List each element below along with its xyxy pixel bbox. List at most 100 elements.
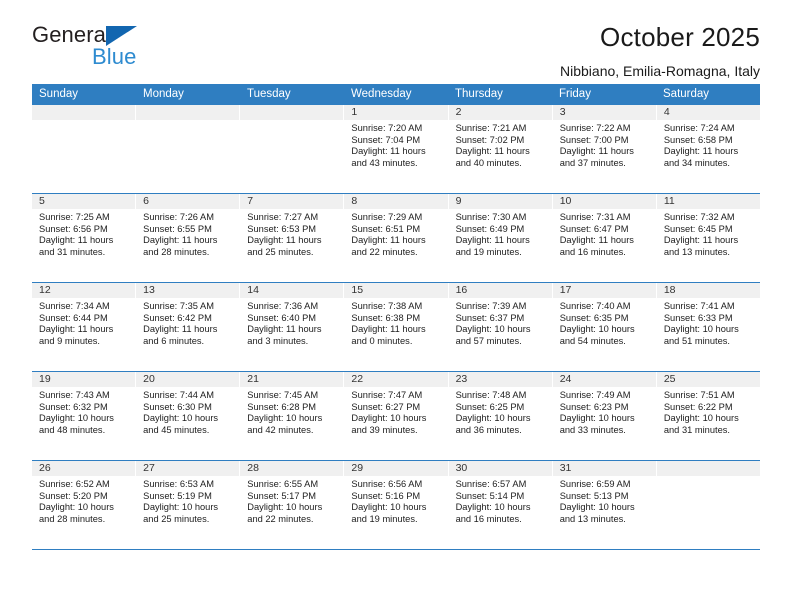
sunset-text: Sunset: 6:44 PM	[39, 312, 108, 323]
day-details: Sunrise: 7:34 AM Sunset: 6:44 PM Daylight:…	[32, 298, 135, 348]
day-cell-27[interactable]: 27 Sunrise: 6:53 AM Sunset: 5:19 PM Dayligh…	[135, 461, 240, 549]
sunrise-text: Sunrise: 7:36 AM	[247, 301, 319, 311]
daylight-text-line2: and 42 minutes.	[247, 425, 314, 436]
logo-triangle-icon	[106, 26, 137, 46]
day-cell-16[interactable]: 16 Sunrise: 7:39 AM Sunset: 6:37 PM Dayligh…	[447, 283, 552, 371]
sunset-text: Sunset: 6:58 PM	[663, 134, 733, 145]
weekday-header-thursday: Thursday	[455, 88, 503, 100]
sunrise-text: Sunrise: 7:51 AM	[663, 390, 735, 400]
sunset-text: Sunset: 5:16 PM	[351, 490, 421, 501]
day-cell-10[interactable]: 10 Sunrise: 7:31 AM Sunset: 6:47 PM Dayligh…	[551, 194, 656, 282]
generalblue-logo[interactable]: General Blue	[32, 24, 272, 76]
sunrise-text: Sunrise: 7:49 AM	[559, 390, 631, 400]
day-cell-17[interactable]: 17 Sunrise: 7:40 AM Sunset: 6:35 PM Dayligh…	[551, 283, 656, 371]
day-cell-9[interactable]: 9 Sunrise: 7:30 AM Sunset: 6:49 PM Daylight…	[447, 194, 552, 282]
calendar-week-row: 26 Sunrise: 6:52 AM Sunset: 5:20 PM Dayligh…	[32, 461, 760, 550]
day-cell-4[interactable]: 4 Sunrise: 7:24 AM Sunset: 6:58 PM Daylight…	[655, 105, 760, 193]
sunset-text: Sunset: 6:30 PM	[143, 401, 212, 412]
daylight-text-line1: Daylight: 11 hours	[663, 235, 739, 246]
day-details: Sunrise: 7:36 AM Sunset: 6:40 PM Daylight:…	[240, 298, 343, 348]
day-details: Sunrise: 7:22 AM Sunset: 7:00 PM Daylight:…	[553, 120, 656, 170]
sunrise-text: Sunrise: 6:56 AM	[351, 479, 423, 489]
day-number: 12	[32, 283, 136, 298]
day-cell-7[interactable]: 7 Sunrise: 7:27 AM Sunset: 6:53 PM Daylight…	[239, 194, 344, 282]
sunset-text: Sunset: 6:53 PM	[247, 223, 317, 234]
day-cell-2[interactable]: 2 Sunrise: 7:21 AM Sunset: 7:02 PM Daylight…	[447, 105, 552, 193]
weekday-header-row: Sunday Monday Tuesday Wednesday Thursday Frid…	[32, 84, 760, 105]
day-details: Sunrise: 7:38 AM Sunset: 6:38 PM Daylight:…	[344, 298, 447, 348]
sunrise-text: Sunrise: 6:55 AM	[247, 479, 319, 489]
daylight-text-line2: and 36 minutes.	[455, 425, 522, 436]
weekday-header-saturday: Saturday	[663, 88, 710, 100]
day-cell-12[interactable]: 12 Sunrise: 7:34 AM Sunset: 6:44 PM Dayligh…	[32, 283, 136, 371]
daylight-text-line1: Daylight: 11 hours	[455, 235, 530, 246]
day-cell-13[interactable]: 13 Sunrise: 7:35 AM Sunset: 6:42 PM Dayligh…	[135, 283, 240, 371]
day-cell-21[interactable]: 21 Sunrise: 7:45 AM Sunset: 6:28 PM Dayligh…	[239, 372, 344, 460]
daylight-text-line1: Daylight: 11 hours	[247, 324, 322, 335]
daylight-text-line1: Daylight: 11 hours	[247, 235, 322, 246]
day-number	[240, 105, 344, 120]
sunrise-text: Sunrise: 7:41 AM	[663, 301, 735, 311]
sunrise-text: Sunrise: 7:44 AM	[143, 390, 214, 400]
daylight-text-line1: Daylight: 10 hours	[663, 324, 739, 335]
day-cell-8[interactable]: 8 Sunrise: 7:29 AM Sunset: 6:51 PM Daylight…	[343, 194, 448, 282]
logo-text-blue: Blue	[92, 44, 137, 69]
day-cell-5[interactable]: 5 Sunrise: 7:25 AM Sunset: 6:56 PM Daylight…	[32, 194, 136, 282]
daylight-text-line1: Daylight: 11 hours	[39, 324, 114, 335]
day-details: Sunrise: 7:41 AM Sunset: 6:33 PM Daylight:…	[657, 298, 760, 348]
day-number	[32, 105, 136, 120]
day-number: 25	[656, 372, 760, 387]
sunrise-text: Sunrise: 7:35 AM	[143, 301, 214, 311]
day-details: Sunrise: 6:52 AM Sunset: 5:20 PM Daylight:…	[32, 476, 135, 526]
day-details: Sunrise: 7:26 AM Sunset: 6:55 PM Daylight:…	[136, 209, 239, 259]
weekday-header-monday: Monday	[143, 88, 184, 100]
day-cell-26[interactable]: 26 Sunrise: 6:52 AM Sunset: 5:20 PM Dayligh…	[32, 461, 136, 549]
daylight-text-line2: and 37 minutes.	[559, 158, 626, 169]
day-cell-empty	[32, 105, 136, 193]
daylight-text-line1: Daylight: 10 hours	[143, 502, 219, 513]
daylight-text-line2: and 19 minutes.	[351, 514, 418, 525]
day-number: 10	[552, 194, 656, 209]
day-details: Sunrise: 7:40 AM Sunset: 6:35 PM Daylight:…	[553, 298, 656, 348]
day-cell-15[interactable]: 15 Sunrise: 7:38 AM Sunset: 6:38 PM Dayligh…	[343, 283, 448, 371]
sunset-text: Sunset: 6:35 PM	[559, 312, 629, 323]
calendar-week-row: 12 Sunrise: 7:34 AM Sunset: 6:44 PM Dayligh…	[32, 283, 760, 372]
day-cell-24[interactable]: 24 Sunrise: 7:49 AM Sunset: 6:23 PM Dayligh…	[551, 372, 656, 460]
sunset-text: Sunset: 6:32 PM	[39, 401, 108, 412]
day-details: Sunrise: 7:48 AM Sunset: 6:25 PM Daylight:…	[449, 387, 552, 437]
day-cell-14[interactable]: 14 Sunrise: 7:36 AM Sunset: 6:40 PM Dayligh…	[239, 283, 344, 371]
daylight-text-line2: and 16 minutes.	[455, 514, 522, 525]
day-cell-25[interactable]: 25 Sunrise: 7:51 AM Sunset: 6:22 PM Dayligh…	[655, 372, 760, 460]
daylight-text-line1: Daylight: 11 hours	[559, 146, 634, 157]
daylight-text-line1: Daylight: 11 hours	[351, 235, 426, 246]
day-cell-11[interactable]: 11 Sunrise: 7:32 AM Sunset: 6:45 PM Dayligh…	[655, 194, 760, 282]
daylight-text-line1: Daylight: 10 hours	[455, 413, 531, 424]
sunrise-text: Sunrise: 6:52 AM	[39, 479, 110, 489]
day-cell-6[interactable]: 6 Sunrise: 7:26 AM Sunset: 6:55 PM Daylight…	[135, 194, 240, 282]
day-cell-22[interactable]: 22 Sunrise: 7:47 AM Sunset: 6:27 PM Dayligh…	[343, 372, 448, 460]
day-number: 6	[136, 194, 240, 209]
sunset-text: Sunset: 5:20 PM	[39, 490, 108, 501]
day-cell-19[interactable]: 19 Sunrise: 7:43 AM Sunset: 6:32 PM Dayligh…	[32, 372, 136, 460]
day-cell-31[interactable]: 31 Sunrise: 6:59 AM Sunset: 5:13 PM Dayligh…	[551, 461, 656, 549]
day-cell-29[interactable]: 29 Sunrise: 6:56 AM Sunset: 5:16 PM Dayligh…	[343, 461, 448, 549]
daylight-text-line1: Daylight: 10 hours	[247, 413, 323, 424]
day-cell-1[interactable]: 1 Sunrise: 7:20 AM Sunset: 7:04 PM Daylight…	[343, 105, 448, 193]
sunset-text: Sunset: 6:42 PM	[143, 312, 212, 323]
day-cell-28[interactable]: 28 Sunrise: 6:55 AM Sunset: 5:17 PM Dayligh…	[239, 461, 344, 549]
sunset-text: Sunset: 6:40 PM	[247, 312, 317, 323]
day-cell-30[interactable]: 30 Sunrise: 6:57 AM Sunset: 5:14 PM Dayligh…	[447, 461, 552, 549]
day-cell-23[interactable]: 23 Sunrise: 7:48 AM Sunset: 6:25 PM Dayligh…	[447, 372, 552, 460]
sunset-text: Sunset: 6:55 PM	[143, 223, 212, 234]
sunset-text: Sunset: 7:04 PM	[351, 134, 421, 145]
day-cell-3[interactable]: 3 Sunrise: 7:22 AM Sunset: 7:00 PM Daylight…	[551, 105, 656, 193]
day-cell-20[interactable]: 20 Sunrise: 7:44 AM Sunset: 6:30 PM Dayligh…	[135, 372, 240, 460]
day-cell-18[interactable]: 18 Sunrise: 7:41 AM Sunset: 6:33 PM Dayligh…	[655, 283, 760, 371]
day-details: Sunrise: 7:24 AM Sunset: 6:58 PM Daylight:…	[657, 120, 760, 170]
sunset-text: Sunset: 6:37 PM	[455, 312, 525, 323]
sunset-text: Sunset: 7:00 PM	[559, 134, 629, 145]
daylight-text-line2: and 22 minutes.	[351, 247, 418, 258]
sunrise-text: Sunrise: 7:32 AM	[663, 212, 735, 222]
sunset-text: Sunset: 6:33 PM	[663, 312, 733, 323]
day-number: 23	[448, 372, 552, 387]
